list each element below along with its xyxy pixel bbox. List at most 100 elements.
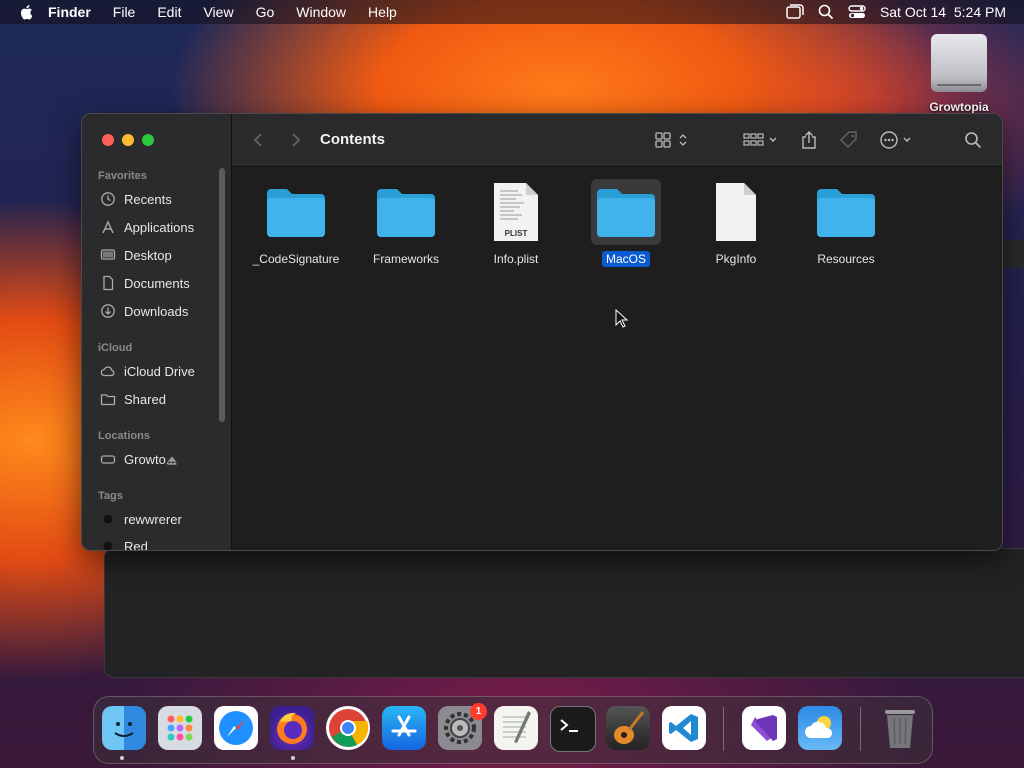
external-disk-icon <box>931 34 987 92</box>
dock-safari[interactable] <box>214 706 258 750</box>
desktop-drive-label: Growtopia <box>929 100 989 114</box>
background-window[interactable] <box>104 548 1024 678</box>
sidebar-item-label: rewwrerer <box>124 511 182 527</box>
share-button[interactable] <box>800 128 818 152</box>
file-item-label: _CodeSignature <box>252 252 340 266</box>
cloud-icon <box>100 366 115 377</box>
document-icon <box>103 275 114 291</box>
maximize-window-button[interactable] <box>142 134 154 146</box>
sidebar-header-locations: Locations <box>98 430 150 442</box>
dock <box>93 696 933 764</box>
dock-garageband[interactable] <box>606 706 650 750</box>
minimize-window-button[interactable] <box>122 134 134 146</box>
file-item-info-plist[interactable]: PLIST Info.plist <box>464 179 568 268</box>
dock-weather[interactable] <box>798 706 842 750</box>
menu-edit[interactable]: Edit <box>157 4 181 20</box>
apple-logo-icon[interactable] <box>18 3 36 21</box>
group-by-button[interactable] <box>742 128 780 152</box>
notification-badge: 1 <box>470 703 487 720</box>
search-button[interactable] <box>964 128 982 152</box>
forward-button[interactable] <box>288 128 302 152</box>
sidebar-item-growtopia[interactable]: Growto... <box>100 448 212 470</box>
sidebar-item-label: Applications <box>124 219 195 235</box>
sidebar-item-desktop[interactable]: Desktop <box>100 244 172 266</box>
file-item-macos[interactable]: MacOS <box>574 179 678 268</box>
file-item-resources[interactable]: Resources <box>794 179 898 268</box>
app-store-icon <box>391 715 417 737</box>
guitar-icon <box>614 711 645 744</box>
more-actions-button[interactable] <box>878 128 916 152</box>
sidebar-item-tag[interactable]: rewwrerer <box>100 508 182 530</box>
plist-file-icon: PLIST <box>481 179 551 245</box>
menu-app-name[interactable]: Finder <box>48 4 91 20</box>
sidebar-item-label: Red <box>124 538 148 551</box>
stage-manager-icon[interactable] <box>786 4 804 20</box>
dock-textedit[interactable] <box>494 706 538 750</box>
menu-go[interactable]: Go <box>256 4 275 20</box>
mouse-pointer-icon <box>615 309 629 328</box>
spotlight-search-icon[interactable] <box>818 4 834 20</box>
eject-icon[interactable] <box>166 455 178 467</box>
firefox-icon <box>277 712 307 744</box>
background-window-edge[interactable] <box>1000 240 1024 268</box>
close-window-button[interactable] <box>102 134 114 146</box>
visual-studio-icon <box>751 715 777 741</box>
shared-folder-icon <box>100 394 116 406</box>
applications-icon <box>102 220 114 234</box>
sidebar-item-label: iCloud Drive <box>124 363 195 379</box>
file-item-codesignature[interactable]: _CodeSignature <box>244 179 348 268</box>
sidebar-item-label: Documents <box>124 275 190 291</box>
file-item-label: Resources <box>817 252 875 266</box>
sidebar-header-icloud: iCloud <box>98 342 133 354</box>
dock-terminal[interactable] <box>550 706 596 752</box>
folder-icon <box>811 179 881 245</box>
desktop-icon <box>100 249 116 260</box>
sidebar-item-applications[interactable]: Applications <box>100 216 194 238</box>
dock-finder[interactable] <box>102 706 146 750</box>
file-item-label: Info.plist <box>493 252 539 266</box>
download-icon <box>101 304 115 318</box>
finder-toolbar: Contents <box>232 114 1002 167</box>
finder-sidebar: Favorites Recents Applications Desktop D… <box>82 114 232 550</box>
tag-button[interactable] <box>838 128 860 152</box>
dock-visual-studio[interactable] <box>742 706 786 750</box>
control-center-icon[interactable] <box>848 4 866 20</box>
menu-bar: Finder File Edit View Go Window Help Sat… <box>0 0 1024 24</box>
running-indicator <box>120 756 124 760</box>
blank-file-icon <box>701 179 771 245</box>
sidebar-scrollbar[interactable] <box>219 168 225 422</box>
menu-view[interactable]: View <box>203 4 233 20</box>
sidebar-item-documents[interactable]: Documents <box>100 272 190 294</box>
desktop-drive[interactable]: Growtopia <box>924 34 994 114</box>
file-item-label: MacOS <box>601 251 650 267</box>
menu-window[interactable]: Window <box>296 4 346 20</box>
sidebar-item-icloud-drive[interactable]: iCloud Drive <box>100 360 195 382</box>
dock-firefox[interactable] <box>270 706 314 750</box>
dock-launchpad[interactable] <box>158 706 202 750</box>
sidebar-item-shared[interactable]: Shared <box>100 388 166 410</box>
menu-help[interactable]: Help <box>368 4 397 20</box>
menu-clock[interactable]: Sat Oct 14 5:24 PM <box>880 4 1006 20</box>
disk-icon <box>100 455 116 464</box>
finder-window: Favorites Recents Applications Desktop D… <box>81 113 1003 551</box>
menu-file[interactable]: File <box>113 4 136 20</box>
sidebar-item-tag[interactable]: Red <box>100 535 148 551</box>
sidebar-item-label: Downloads <box>124 303 189 319</box>
dock-trash[interactable] <box>878 706 922 750</box>
vscode-icon <box>669 714 698 742</box>
view-mode-button[interactable] <box>654 128 690 152</box>
sidebar-item-downloads[interactable]: Downloads <box>100 300 188 322</box>
file-item-frameworks[interactable]: Frameworks <box>354 179 458 268</box>
dock-vscode[interactable] <box>662 706 706 750</box>
group-grid-icon <box>743 133 777 146</box>
dock-app-store[interactable] <box>382 706 426 750</box>
dock-chrome[interactable] <box>326 706 370 750</box>
file-item-pkginfo[interactable]: PkgInfo <box>684 179 788 268</box>
folder-icon <box>261 179 331 245</box>
back-button[interactable] <box>252 128 266 152</box>
finder-face-icon <box>114 722 134 737</box>
sidebar-item-recents[interactable]: Recents <box>100 188 172 210</box>
sidebar-header-favorites: Favorites <box>98 170 147 182</box>
folder-icon <box>371 179 441 245</box>
chevron-right-icon <box>292 133 301 147</box>
